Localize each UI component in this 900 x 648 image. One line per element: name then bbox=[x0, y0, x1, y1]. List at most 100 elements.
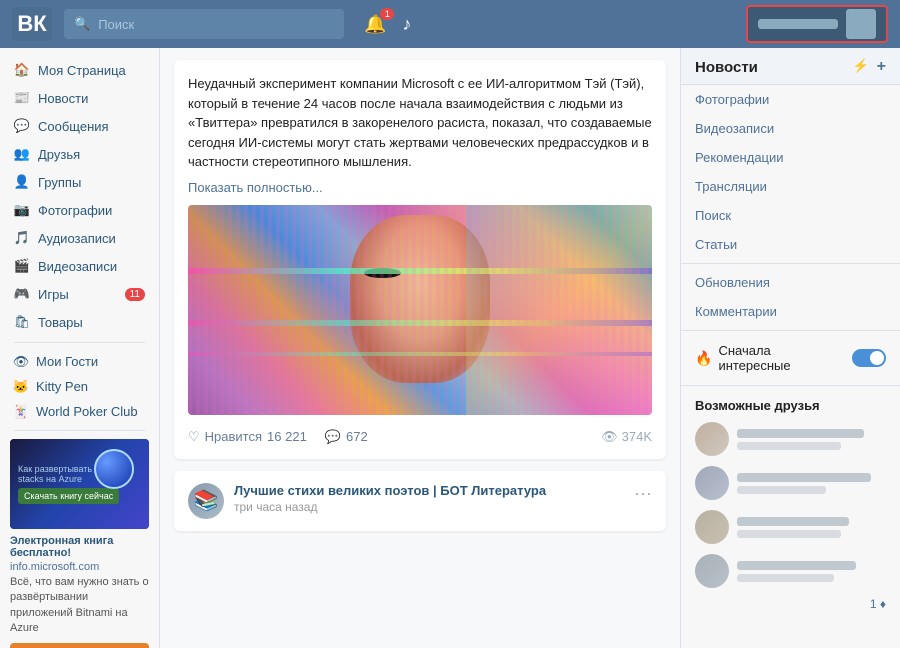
friends-icon: 👥 bbox=[14, 146, 30, 162]
sidebar-item-news[interactable]: 📰 Новости bbox=[0, 84, 159, 112]
sidebar-item-messages[interactable]: 💬 Сообщения bbox=[0, 112, 159, 140]
music-button[interactable]: ♪ bbox=[402, 14, 411, 35]
sidebar-item-friends[interactable]: 👥 Друзья bbox=[0, 140, 159, 168]
friend-item-2[interactable] bbox=[681, 461, 900, 505]
add-icon[interactable]: + bbox=[877, 58, 886, 76]
post-time: три часа назад bbox=[234, 500, 624, 514]
toggle-dot bbox=[870, 351, 884, 365]
second-post: 📚 Лучшие стихи великих поэтов | БОТ Лите… bbox=[174, 471, 666, 531]
sidebar-item-my-page[interactable]: 🏠 Моя Страница bbox=[0, 56, 159, 84]
games-icon: 🎮 bbox=[14, 286, 30, 302]
groups-icon: 👤 bbox=[14, 174, 30, 190]
post-avatar: 📚 bbox=[188, 483, 224, 519]
sidebar-item-video[interactable]: 🎬 Видеозаписи bbox=[0, 252, 159, 280]
right-nav-photos[interactable]: Фотографии bbox=[681, 85, 900, 114]
friend-name-3 bbox=[737, 517, 849, 526]
nav-divider bbox=[14, 342, 145, 343]
post-show-more[interactable]: Показать полностью... bbox=[188, 180, 652, 195]
friend-avatar-2 bbox=[695, 466, 729, 500]
sidebar-item-goods[interactable]: 🛍 Товары bbox=[0, 308, 159, 336]
friend-name-2 bbox=[737, 473, 871, 482]
views-value: 374K bbox=[622, 429, 652, 444]
music-icon: ♪ bbox=[402, 14, 411, 34]
main-layout: 🏠 Моя Страница 📰 Новости 💬 Сообщения 👥 Д… bbox=[0, 48, 900, 648]
friend-info-4 bbox=[737, 561, 886, 582]
like-label: Нравится bbox=[205, 429, 262, 444]
post-image bbox=[188, 205, 652, 415]
sidebar-label-friends: Друзья bbox=[38, 147, 80, 162]
user-area[interactable] bbox=[746, 5, 888, 43]
color-overlay bbox=[466, 205, 652, 415]
friend-info-1 bbox=[737, 429, 886, 450]
friends-count-row: 1 ♦ bbox=[681, 593, 900, 615]
friend-info-3 bbox=[737, 517, 886, 538]
comment-count: 672 bbox=[346, 429, 368, 444]
center-content: Неудачный эксперимент компании Microsoft… bbox=[160, 48, 680, 648]
right-divider-1 bbox=[681, 263, 900, 264]
dessert-button[interactable]: ДЕСЕРТ bbox=[10, 643, 149, 648]
ad-button[interactable]: Скачать книгу сейчас bbox=[18, 488, 119, 504]
search-icon: 🔍 bbox=[74, 16, 90, 32]
like-button[interactable]: ♡ Нравится 16 221 bbox=[188, 429, 307, 445]
friend-detail-3 bbox=[737, 530, 841, 538]
post-actions: ♡ Нравится 16 221 💬 672 👁 374K bbox=[188, 425, 652, 445]
nav-divider-2 bbox=[14, 430, 145, 431]
post-title[interactable]: Лучшие стихи великих поэтов | БОТ Литера… bbox=[234, 483, 624, 498]
views-count: 👁 374K bbox=[601, 429, 652, 445]
right-sidebar-actions: ⚡ + bbox=[852, 58, 886, 76]
photos-icon: 📷 bbox=[14, 202, 30, 218]
filter-icon[interactable]: ⚡ bbox=[852, 58, 868, 76]
messages-icon: 💬 bbox=[14, 118, 30, 134]
right-nav-recommendations[interactable]: Рекомендации bbox=[681, 143, 900, 172]
user-avatar bbox=[846, 9, 876, 39]
goods-icon: 🛍 bbox=[14, 314, 30, 330]
friend-avatar-4 bbox=[695, 554, 729, 588]
right-sidebar-header: Новости ⚡ + bbox=[681, 48, 900, 85]
sidebar-label-video: Видеозаписи bbox=[38, 259, 117, 274]
ad-link[interactable]: info.microsoft.com bbox=[10, 561, 149, 573]
right-nav-comments[interactable]: Комментарии bbox=[681, 297, 900, 326]
games-badge: 11 bbox=[125, 288, 145, 301]
post-meta: Лучшие стихи великих поэтов | БОТ Литера… bbox=[234, 483, 624, 514]
interesting-label: Сначала интересные bbox=[718, 343, 846, 373]
sidebar-item-audio[interactable]: 🎵 Аудиозаписи bbox=[0, 224, 159, 252]
friend-item-3[interactable] bbox=[681, 505, 900, 549]
friend-item-1[interactable] bbox=[681, 417, 900, 461]
news-post-main: Неудачный эксперимент компании Microsoft… bbox=[174, 60, 666, 459]
ad-circle-decoration bbox=[94, 449, 134, 489]
friend-item-4[interactable] bbox=[681, 549, 900, 593]
search-bar[interactable]: 🔍 bbox=[64, 9, 344, 39]
right-nav-video[interactable]: Видеозаписи bbox=[681, 114, 900, 143]
sidebar-label-world-poker-club: World Poker Club bbox=[36, 404, 138, 419]
right-nav-search[interactable]: Поиск bbox=[681, 201, 900, 230]
poker-icon: 🃏 bbox=[14, 405, 28, 419]
sidebar-item-games[interactable]: 🎮 Игры 11 bbox=[0, 280, 159, 308]
vk-logo[interactable]: ВК bbox=[12, 7, 52, 41]
comment-icon: 💬 bbox=[325, 429, 341, 445]
kitty-pen-icon: 🐱 bbox=[14, 380, 28, 394]
sidebar-item-groups[interactable]: 👤 Группы bbox=[0, 168, 159, 196]
sidebar-item-guests[interactable]: 👁 Мои Гости bbox=[0, 349, 159, 374]
notification-badge: 1 bbox=[380, 8, 394, 20]
notifications-button[interactable]: 🔔 1 bbox=[364, 14, 386, 35]
like-icon: ♡ bbox=[188, 429, 200, 445]
right-divider-3 bbox=[681, 385, 900, 386]
sidebar-item-photos[interactable]: 📷 Фотографии bbox=[0, 196, 159, 224]
interesting-toggle[interactable] bbox=[852, 349, 886, 367]
sidebar-item-kitty-pen[interactable]: 🐱 Kitty Pen bbox=[0, 374, 159, 399]
sidebar-label-messages: Сообщения bbox=[38, 119, 109, 134]
right-nav-articles[interactable]: Статьи bbox=[681, 230, 900, 259]
header: ВК 🔍 🔔 1 ♪ bbox=[0, 0, 900, 48]
ad-block: Как развертывать Bitnami stacks на Azure… bbox=[10, 439, 149, 529]
right-divider-2 bbox=[681, 330, 900, 331]
right-nav-updates[interactable]: Обновления bbox=[681, 268, 900, 297]
search-input[interactable] bbox=[98, 17, 334, 32]
sidebar-label-games: Игры bbox=[38, 287, 69, 302]
comment-button[interactable]: 💬 672 bbox=[325, 429, 368, 445]
left-sidebar: 🏠 Моя Страница 📰 Новости 💬 Сообщения 👥 Д… bbox=[0, 48, 160, 648]
views-icon: 👁 bbox=[601, 429, 618, 445]
post-more-button[interactable]: ··· bbox=[634, 483, 652, 504]
right-nav-streams[interactable]: Трансляции bbox=[681, 172, 900, 201]
possible-friends-title: Возможные друзья bbox=[681, 390, 900, 417]
sidebar-item-world-poker-club[interactable]: 🃏 World Poker Club bbox=[0, 399, 159, 424]
